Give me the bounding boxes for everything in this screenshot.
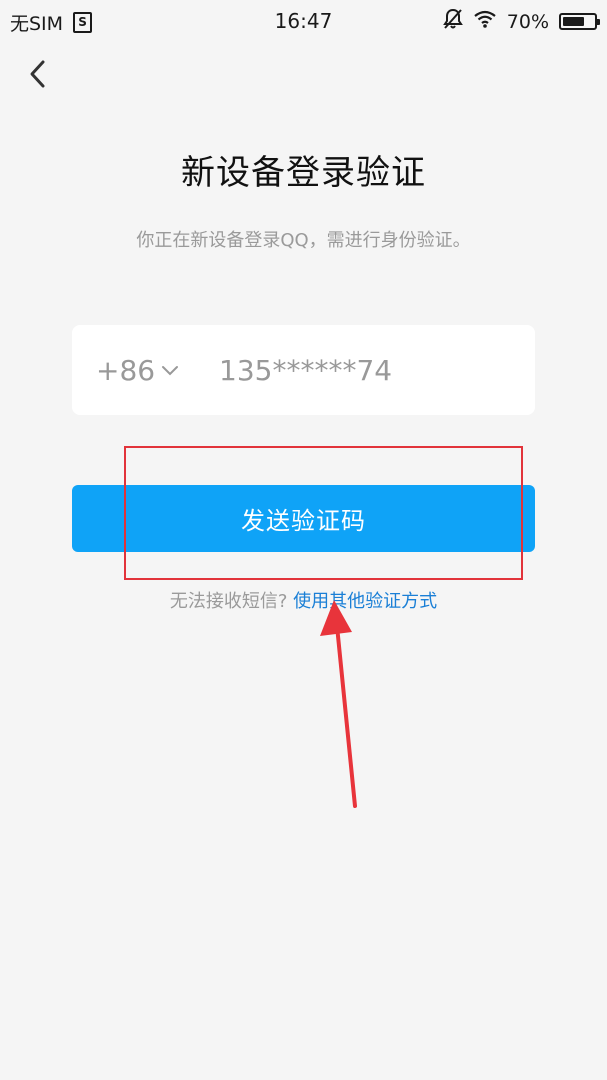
country-code-selector[interactable]: +86 — [96, 325, 179, 415]
phone-number: 135******74 — [219, 353, 393, 387]
chevron-left-icon — [30, 60, 45, 88]
phone-card: +86 135******74 — [72, 325, 535, 415]
page-subtitle: 你正在新设备登录QQ，需进行身份验证。 — [136, 230, 471, 251]
wifi-icon — [473, 10, 497, 33]
chevron-down-icon — [162, 366, 179, 376]
other-method-link[interactable]: 使用其他验证方式 — [293, 591, 437, 612]
status-right: 70% — [442, 8, 600, 35]
battery-icon — [559, 13, 600, 30]
annotation-arrow — [320, 600, 357, 808]
bell-off-icon — [442, 8, 463, 35]
back-button[interactable] — [20, 56, 56, 92]
alternative-method-row: 无法接收短信? 使用其他验证方式 — [0, 587, 607, 613]
cannot-receive-text: 无法接收短信? — [169, 591, 288, 612]
battery-percent: 70% — [506, 10, 549, 33]
page-title: 新设备登录验证 — [181, 153, 426, 193]
country-code-label: +86 — [96, 353, 156, 387]
send-code-button[interactable]: 发送验证码 — [72, 485, 535, 552]
status-bar: 无SIM S 16:47 70% — [0, 0, 607, 44]
battery-fill — [563, 17, 584, 26]
